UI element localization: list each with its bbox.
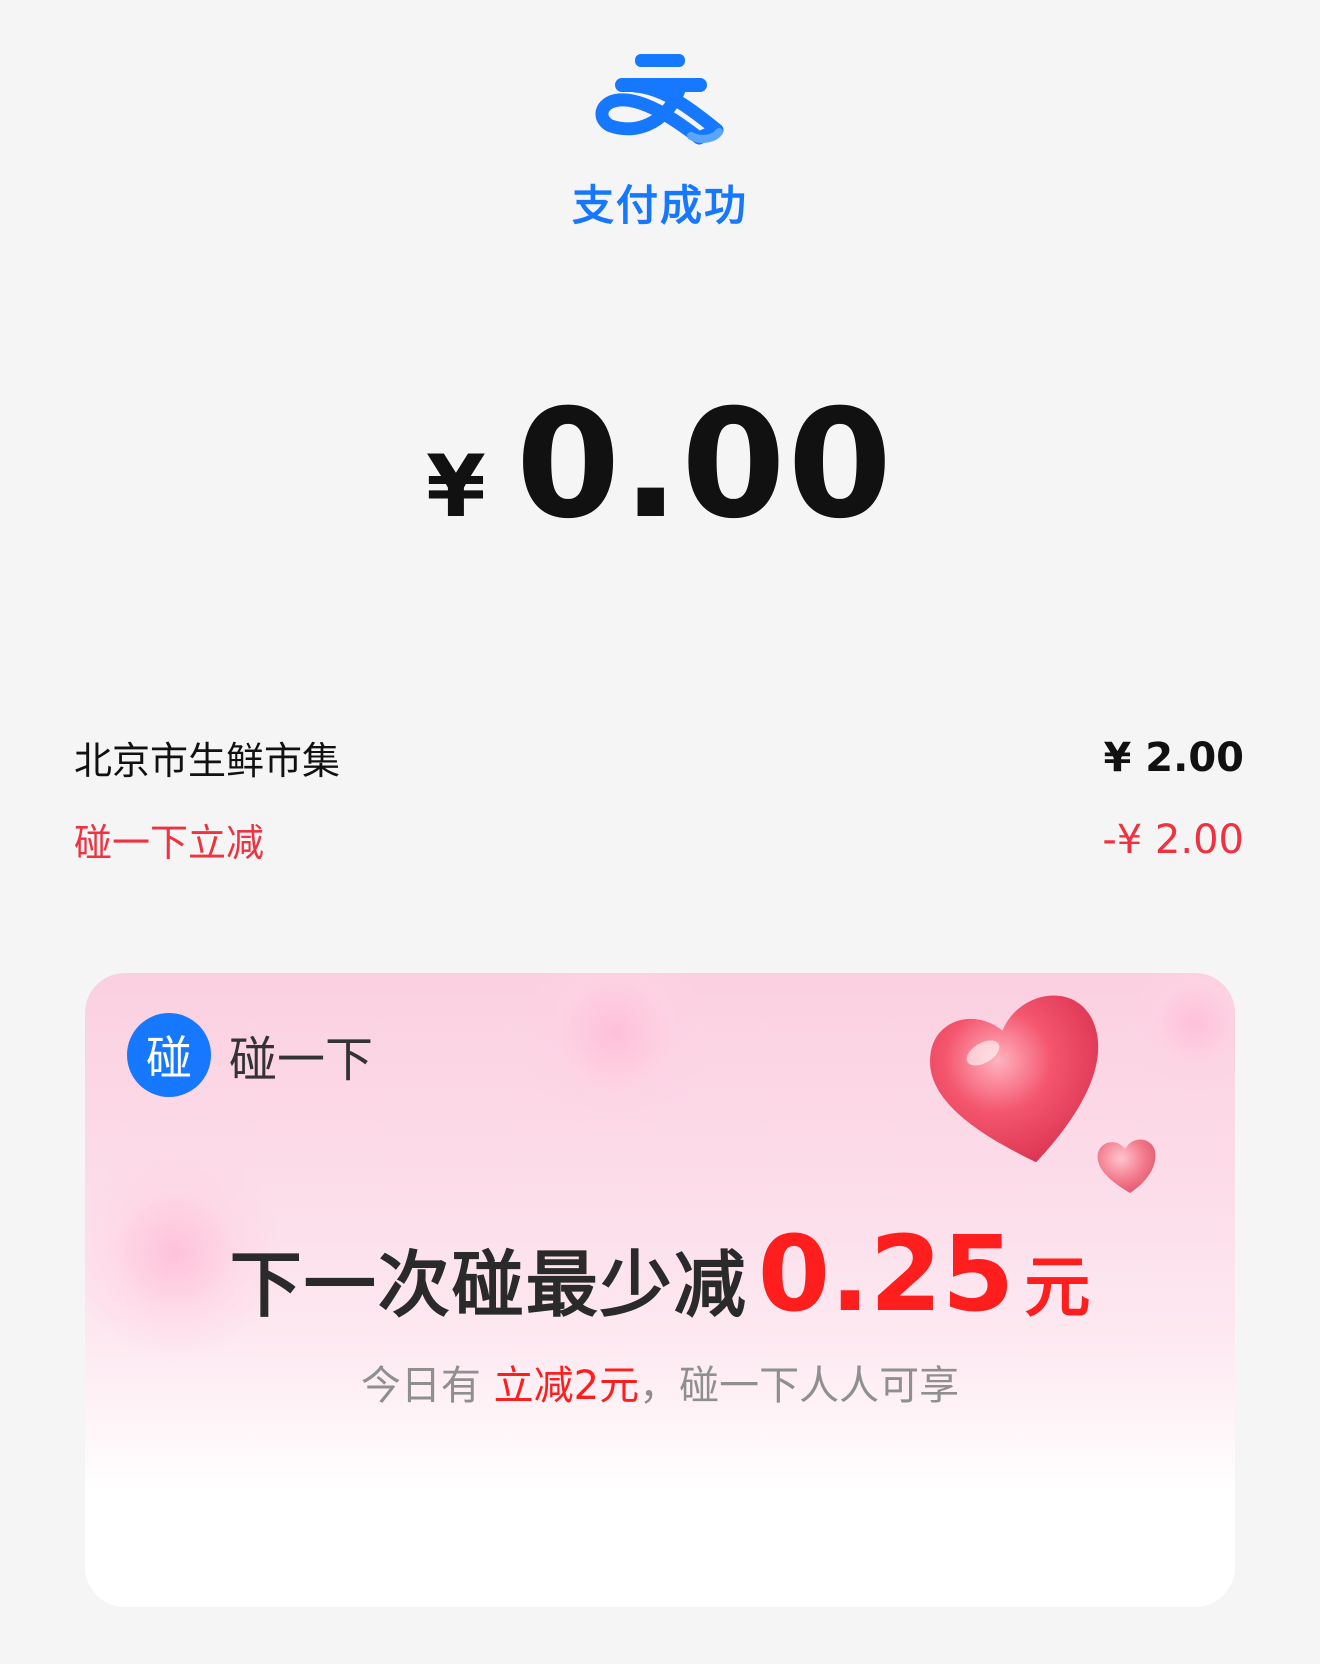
paid-amount: ¥ 0.00 <box>0 390 1320 540</box>
peng-badge-icon: 碰 <box>127 1013 211 1097</box>
promo-brand-name: 碰一下 <box>229 1032 374 1088</box>
merchant-name: 北京市生鲜市集 <box>74 739 341 783</box>
merchant-price: ¥ 2.00 <box>1103 734 1244 781</box>
promo-sub-highlight: 立减2元 <box>493 1363 640 1409</box>
promo-sub-prefix: 今日有 <box>360 1363 494 1409</box>
payment-status-title: 支付成功 <box>571 181 748 230</box>
discount-value: -¥ 2.00 <box>1102 816 1244 863</box>
promo-headline-lead: 下一次碰最少减 <box>229 1243 748 1327</box>
promo-subline: 今日有 立减2元，碰一下人人可享 <box>85 1353 1235 1411</box>
petal-decoration <box>515 973 715 1133</box>
discount-row: 碰一下立减 -¥ 2.00 <box>74 812 1244 867</box>
promo-sub-suffix: ，碰一下人人可享 <box>639 1363 960 1409</box>
payment-success-page: 支付成功 ¥ 0.00 北京市生鲜市集 ¥ 2.00 碰一下立减 -¥ 2.00… <box>0 0 1320 1664</box>
promo-headline-amount: 0.25 <box>757 1213 1015 1335</box>
alipay-logo <box>0 40 1320 150</box>
promo-brand: 碰 碰一下 <box>127 1013 373 1097</box>
alipay-logo-icon <box>595 54 724 145</box>
promo-card[interactable]: 碰 碰一下 下一次碰最少减0.25 元 今日有 立减2元，碰一下人人可享 <box>85 973 1235 1607</box>
amount-value: 0.00 <box>515 378 894 552</box>
hearts-icon <box>930 995 1156 1193</box>
currency-symbol: ¥ <box>426 437 486 537</box>
merchant-row: 北京市生鲜市集 ¥ 2.00 <box>74 730 1244 785</box>
promo-headline-unit: 元 <box>1024 1249 1091 1326</box>
promo-headline: 下一次碰最少减0.25 元 <box>85 1213 1235 1335</box>
discount-label: 碰一下立减 <box>74 821 265 865</box>
